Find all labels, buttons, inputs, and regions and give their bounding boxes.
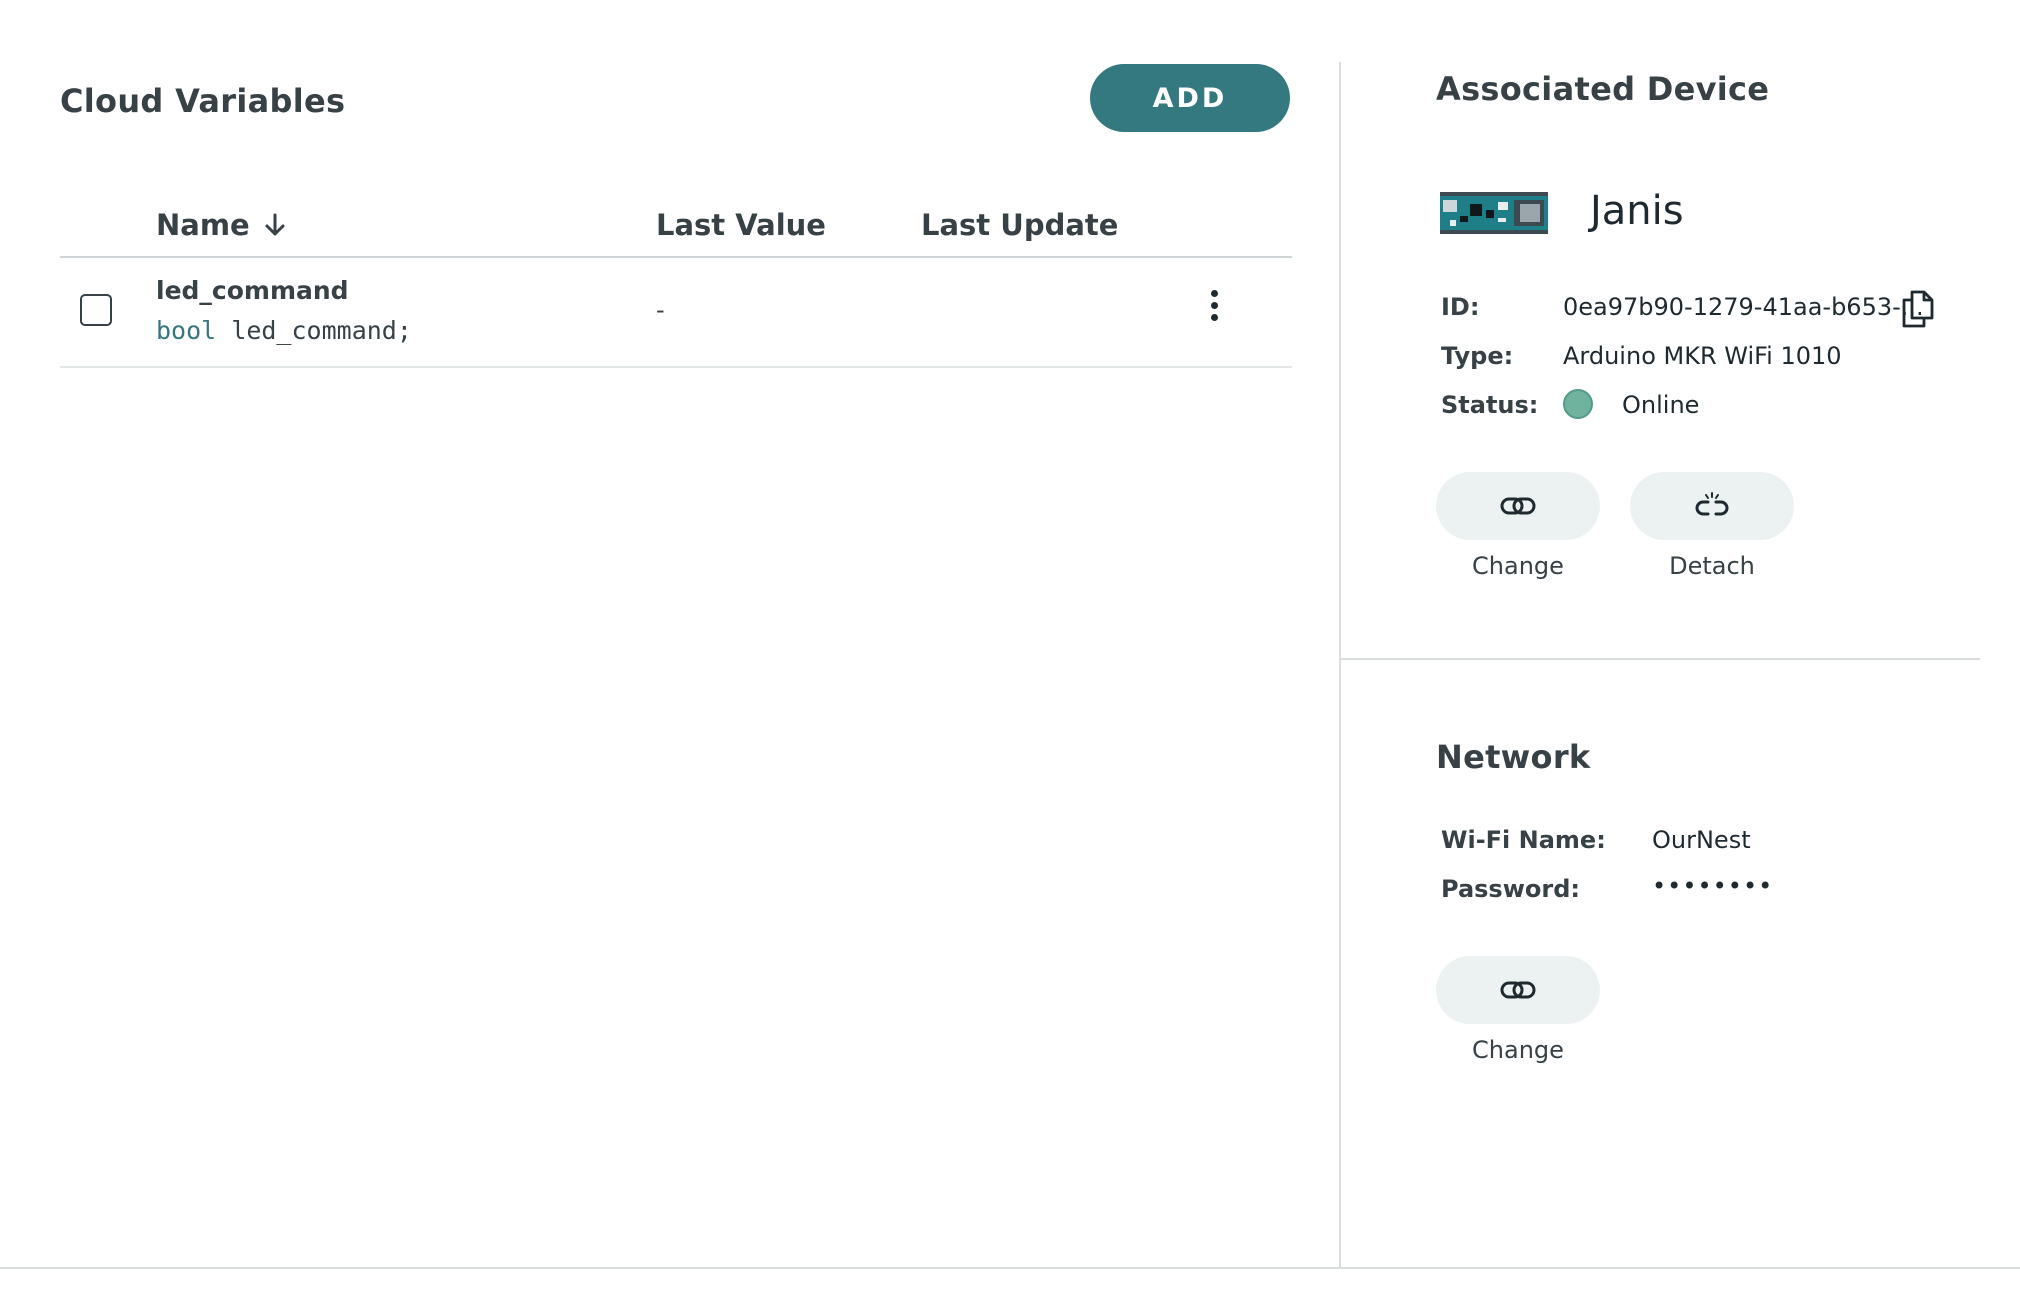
device-id-label: ID: <box>1441 293 1480 321</box>
variable-name[interactable]: led_command <box>156 276 349 305</box>
thing-setup-page: Cloud Variables ADD Name Last Value Last… <box>0 0 2020 1294</box>
board-image-icon <box>1440 192 1548 234</box>
kebab-menu-icon[interactable] <box>1204 290 1224 330</box>
network-title: Network <box>1436 738 1591 776</box>
unlink-icon <box>1695 492 1729 516</box>
device-status-label: Status: <box>1441 391 1539 419</box>
device-type-label: Type: <box>1441 342 1514 370</box>
variable-declaration-name: led_command; <box>231 316 412 345</box>
table-row[interactable]: led_command bool led_command; - <box>60 258 1292 368</box>
device-name[interactable]: Janis <box>1590 188 1684 234</box>
device-id-value: 0ea97b90-1279-41aa-b653-... <box>1563 293 1924 321</box>
vertical-divider <box>1339 62 1341 1268</box>
change-network-label[interactable]: Change <box>1436 1036 1600 1064</box>
change-device-button[interactable] <box>1436 472 1600 540</box>
detach-device-label[interactable]: Detach <box>1630 552 1794 580</box>
device-status-value: Online <box>1622 391 1700 419</box>
detach-device-button[interactable] <box>1630 472 1794 540</box>
wifi-name-value: OurNest <box>1652 826 1751 854</box>
variable-declaration: bool led_command; <box>156 316 412 345</box>
bottom-border <box>0 1267 2020 1269</box>
change-network-button[interactable] <box>1436 956 1600 1024</box>
wifi-name-label: Wi-Fi Name: <box>1441 826 1606 854</box>
copy-icon[interactable] <box>1898 288 1938 328</box>
link-icon <box>1500 981 1536 999</box>
arrow-down-icon[interactable] <box>264 213 286 237</box>
column-header-name-label: Name <box>156 208 250 242</box>
password-label: Password: <box>1441 875 1580 903</box>
variable-type: bool <box>156 316 217 345</box>
associated-device-title: Associated Device <box>1436 70 1770 108</box>
variables-table: Name Last Value Last Update led_command … <box>60 202 1292 368</box>
table-header: Name Last Value Last Update <box>60 202 1292 258</box>
row-checkbox[interactable] <box>80 294 112 326</box>
link-icon <box>1500 497 1536 515</box>
cloud-variables-title: Cloud Variables <box>60 82 346 120</box>
variable-last-value: - <box>656 296 665 324</box>
section-divider <box>1340 658 1980 660</box>
column-header-name[interactable]: Name <box>156 208 286 242</box>
change-device-label[interactable]: Change <box>1436 552 1600 580</box>
add-variable-button[interactable]: ADD <box>1090 64 1290 132</box>
password-value: •••••••• <box>1652 872 1774 900</box>
device-type-value: Arduino MKR WiFi 1010 <box>1563 342 1842 370</box>
column-header-last-update[interactable]: Last Update <box>921 208 1118 242</box>
status-indicator <box>1563 389 1593 419</box>
column-header-last-value[interactable]: Last Value <box>656 208 826 242</box>
